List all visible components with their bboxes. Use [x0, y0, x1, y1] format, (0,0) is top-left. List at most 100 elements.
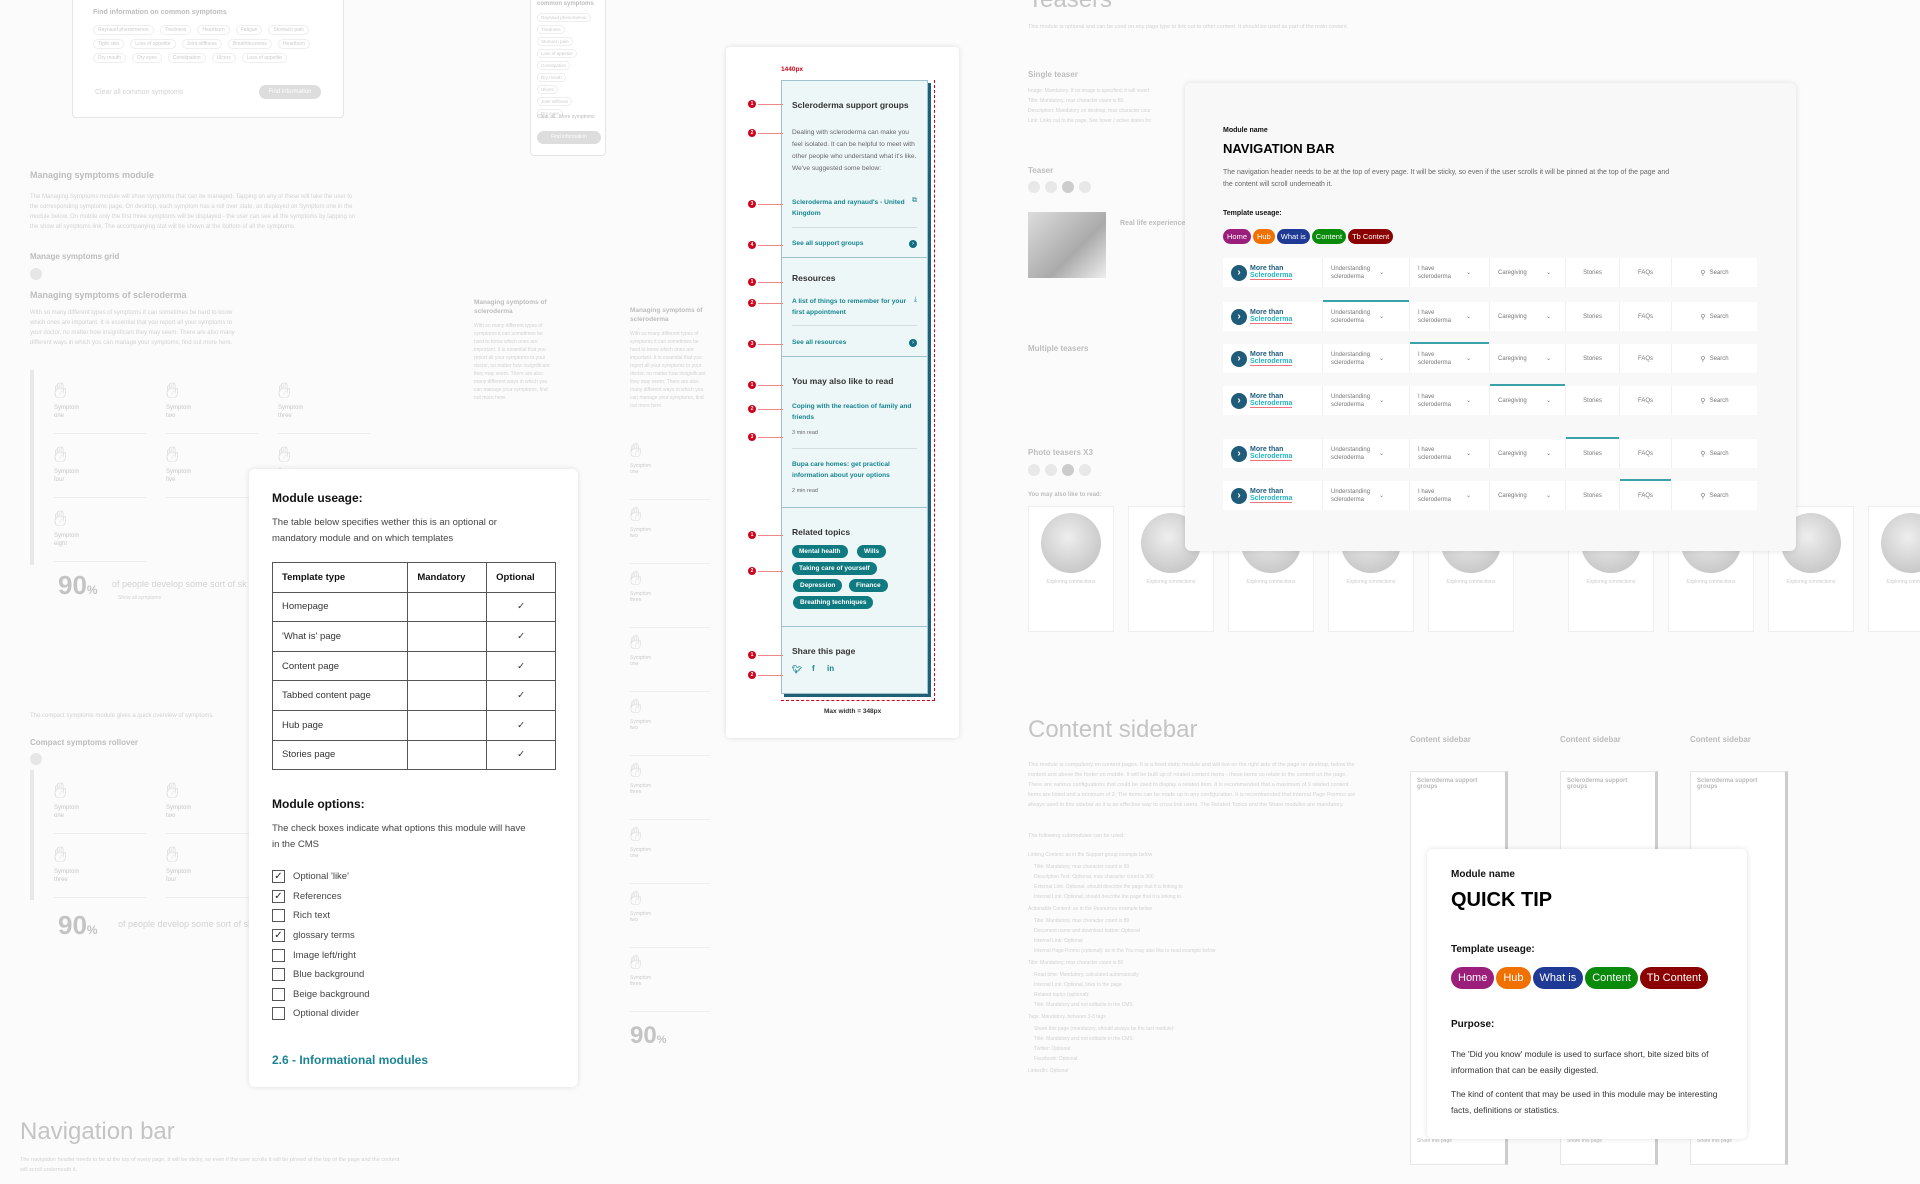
symptom-chip[interactable]: Dry eyes — [132, 53, 162, 63]
nav-item-faqs[interactable]: FAQs — [1620, 479, 1672, 510]
arrow-right-icon[interactable]: › — [909, 240, 917, 248]
nav-item-i-have-scleroderma[interactable]: I have scleroderma ⌄ — [1410, 258, 1490, 287]
symptom-tile[interactable]: ✋︎ Symptom one — [630, 824, 710, 884]
option-item[interactable]: ✓ glossary terms — [272, 926, 370, 946]
symptom-tile[interactable]: ✋︎ Symptom two — [166, 778, 258, 834]
see-all-resources-link[interactable]: See all resources — [792, 338, 907, 349]
clear-all-link[interactable]: Clear all common symptoms — [95, 87, 183, 99]
symptom-chip[interactable]: Breathlessness — [227, 39, 272, 49]
nav-item-stories[interactable]: Stories — [1566, 386, 1620, 415]
checkbox[interactable]: ✓ — [272, 889, 285, 903]
symptom-chip[interactable]: Heartburn — [277, 39, 311, 49]
mobile-symptom-item[interactable]: Constipation — [537, 61, 571, 70]
option-item[interactable]: Rich text — [272, 906, 370, 926]
checkbox[interactable]: ✓ — [272, 870, 285, 884]
site-logo[interactable]: › More than Scleroderma — [1223, 344, 1323, 373]
topic-tag[interactable]: Finance — [849, 579, 888, 592]
nav-item-i-have-scleroderma[interactable]: I have scleroderma ⌄ — [1410, 386, 1490, 415]
nav-item-understanding-scleroderma[interactable]: Understanding scleroderma ⌄ — [1323, 481, 1410, 510]
symptom-tile[interactable]: ✋︎ Symptom five — [166, 442, 258, 498]
nav-item-faqs[interactable]: FAQs — [1620, 344, 1672, 373]
topic-tag[interactable]: Wills — [857, 545, 887, 558]
arrow-right-icon[interactable]: › — [909, 339, 917, 347]
twitter-icon[interactable]: 🐦︎ — [792, 665, 802, 674]
symptom-chip[interactable]: Dry mouth — [93, 53, 127, 63]
mobile-symptom-item[interactable]: Ulcers — [537, 85, 558, 94]
topic-tag[interactable]: Mental health — [792, 545, 848, 558]
search-button[interactable]: ⚲ Search — [1672, 258, 1757, 287]
symptom-tile[interactable]: ✋︎ Symptom four — [166, 842, 258, 898]
symptom-chip[interactable]: Stomach pain — [268, 25, 309, 35]
symptom-chip[interactable]: Tiredness — [159, 25, 192, 35]
show-all-symptoms-link[interactable]: Show all symptoms — [118, 592, 161, 604]
checkbox[interactable] — [272, 909, 285, 923]
download-icon[interactable]: ⤓ — [914, 296, 917, 304]
photo-teaser[interactable]: Exploring connections — [1868, 506, 1920, 632]
nav-item-stories[interactable]: Stories — [1566, 258, 1620, 287]
site-logo[interactable]: › More than Scleroderma — [1223, 439, 1323, 468]
symptom-tile[interactable]: ✋︎ Symptom three — [630, 952, 710, 1012]
mobile-symptom-item[interactable]: Dry mouth — [537, 73, 566, 82]
nav-item-caregiving[interactable]: Caregiving ⌄ — [1490, 481, 1566, 510]
site-logo[interactable]: › More than Scleroderma — [1223, 481, 1323, 510]
symptom-tile[interactable]: ✋︎ Symptom one — [630, 632, 710, 692]
symptom-chip[interactable]: Ulcers — [211, 53, 236, 63]
nav-item-understanding-scleroderma[interactable]: Understanding scleroderma ⌄ — [1323, 386, 1410, 415]
find-information-button[interactable]: Find information — [259, 85, 321, 99]
see-all-support-groups-link[interactable]: See all support groups — [792, 239, 907, 250]
nav-item-faqs[interactable]: FAQs — [1620, 258, 1672, 287]
photo-teaser[interactable]: Exploring connections — [1028, 506, 1114, 632]
nav-item-understanding-scleroderma[interactable]: Understanding scleroderma ⌄ — [1323, 258, 1410, 287]
nav-item-understanding-scleroderma[interactable]: Understanding scleroderma ⌄ — [1323, 300, 1410, 331]
nav-item-i-have-scleroderma[interactable]: I have scleroderma ⌄ — [1410, 342, 1490, 373]
external-link-icon[interactable]: ⧉ — [912, 197, 917, 205]
nav-item-caregiving[interactable]: Caregiving ⌄ — [1490, 439, 1566, 468]
symptom-tile[interactable]: ✋︎ Symptom two — [630, 696, 710, 756]
search-button[interactable]: ⚲ Search — [1672, 302, 1757, 331]
nav-item-caregiving[interactable]: Caregiving ⌄ — [1490, 302, 1566, 331]
mobile-symptom-item[interactable]: Joint stiffness — [537, 97, 573, 106]
facebook-icon[interactable]: f — [812, 664, 815, 673]
symptom-tile[interactable]: ✋︎ Symptom one — [54, 778, 146, 834]
symptom-tile[interactable]: ✋︎ Symptom one — [630, 440, 710, 500]
symptom-chip[interactable]: Heartburn — [197, 25, 230, 35]
mobile-symptom-item[interactable]: Stomach pain — [537, 37, 573, 46]
symptom-tile[interactable]: ✋︎ Symptom two — [630, 888, 710, 948]
symptom-chip[interactable]: Loss of appetite — [241, 53, 288, 63]
symptom-tile[interactable]: ✋︎ Symptom four — [54, 442, 146, 498]
nav-item-stories[interactable]: Stories — [1566, 344, 1620, 373]
checkbox[interactable] — [272, 948, 285, 962]
more-symptoms-link[interactable]: More symptoms — [559, 113, 595, 121]
symptom-tile[interactable]: ✋︎ Symptom three — [630, 568, 710, 628]
symptom-chip[interactable]: Joint stiffness — [181, 39, 222, 49]
symptom-chip[interactable]: Tight skin — [93, 39, 125, 49]
option-item[interactable]: Blue background — [272, 965, 370, 985]
nav-item-stories[interactable]: Stories — [1566, 437, 1620, 468]
symptom-tile[interactable]: ✋︎ Symptom two — [166, 378, 258, 434]
nav-item-faqs[interactable]: FAQs — [1620, 302, 1672, 331]
nav-item-understanding-scleroderma[interactable]: Understanding scleroderma ⌄ — [1323, 439, 1410, 468]
topic-tag[interactable]: Taking care of yourself — [792, 562, 877, 575]
checkbox[interactable] — [272, 968, 285, 982]
symptom-tile[interactable]: ✋︎ Symptom eight — [54, 506, 146, 562]
nav-item-i-have-scleroderma[interactable]: I have scleroderma ⌄ — [1410, 481, 1490, 510]
topic-tag[interactable]: Depression — [793, 579, 843, 592]
read-item-link[interactable]: Bupa care homes: get practical informati… — [792, 460, 917, 481]
linkedin-icon[interactable]: in — [827, 664, 834, 673]
search-button[interactable]: ⚲ Search — [1672, 481, 1757, 510]
read-item-link[interactable]: Coping with the reaction of family and f… — [792, 402, 917, 423]
symptom-tile[interactable]: ✋︎ Symptom three — [278, 378, 370, 434]
support-group-link[interactable]: Scleroderma and raynaud's - United Kingd… — [792, 198, 907, 219]
nav-item-i-have-scleroderma[interactable]: I have scleroderma ⌄ — [1410, 439, 1490, 468]
nav-item-understanding-scleroderma[interactable]: Understanding scleroderma ⌄ — [1323, 344, 1410, 373]
option-item[interactable]: ✓ Optional 'like' — [272, 867, 370, 887]
site-logo[interactable]: › More than Scleroderma — [1223, 258, 1323, 287]
symptom-tile[interactable]: ✋︎ Symptom two — [630, 504, 710, 564]
option-item[interactable]: Image left/right — [272, 945, 370, 965]
nav-item-stories[interactable]: Stories — [1566, 302, 1620, 331]
nav-item-i-have-scleroderma[interactable]: I have scleroderma ⌄ — [1410, 302, 1490, 331]
mobile-clear-all-link[interactable]: Clear all — [537, 113, 555, 121]
resource-link[interactable]: A list of things to remember for your fi… — [792, 297, 907, 318]
mobile-symptom-item[interactable]: Raynaud phenomenon — [537, 13, 591, 22]
site-logo[interactable]: › More than Scleroderma — [1223, 302, 1323, 331]
